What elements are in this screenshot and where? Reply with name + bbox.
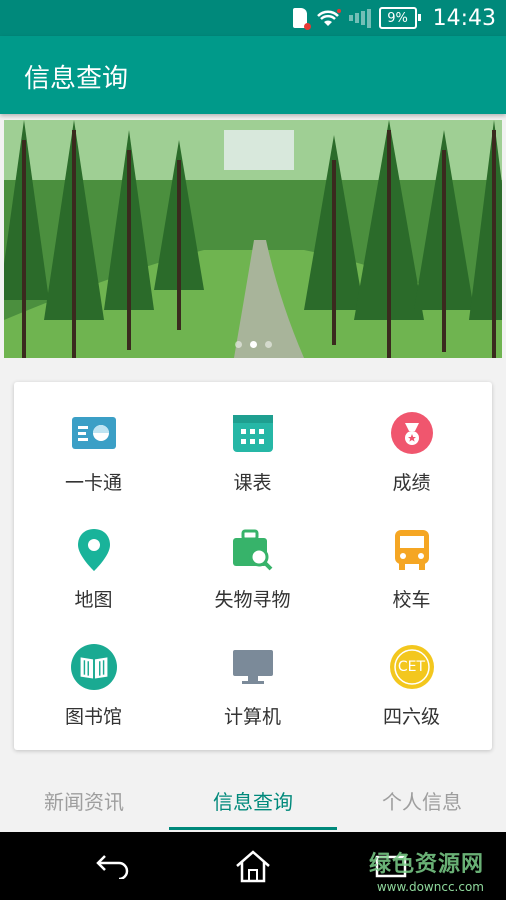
signal-icon	[348, 7, 371, 29]
status-time: 14:43	[432, 5, 496, 31]
status-bar: 9% 14:43	[0, 0, 506, 36]
grid-item-label: 失物寻物	[214, 589, 291, 611]
map-pin-icon	[71, 527, 117, 573]
grid-item-label: 一卡通	[64, 472, 122, 494]
home-icon[interactable]	[228, 846, 278, 886]
monitor-icon	[230, 644, 276, 690]
carousel-dot[interactable]	[234, 341, 242, 348]
carousel-indicator	[4, 341, 502, 348]
grid-item-label: 成绩	[392, 472, 431, 494]
grid-item-label: 计算机	[223, 706, 281, 728]
lost-found-icon	[230, 527, 276, 573]
page-title: 信息查询	[24, 64, 129, 94]
grid-item-label: 四六级	[382, 706, 440, 728]
grid-item-school-bus[interactable]: 校车	[332, 499, 491, 616]
grid-item-map[interactable]: 地图	[14, 499, 173, 616]
feature-grid: 一卡通 课表 成绩 地图 失物寻物 校车 图书馆 计算机 CET 四六级	[14, 382, 492, 750]
grid-item-label: 图书馆	[64, 706, 122, 728]
banner-carousel[interactable]	[4, 120, 502, 358]
cet-text: CET	[397, 659, 426, 675]
watermark-url: www.downcc.com	[376, 880, 484, 894]
watermark: 绿色资源网 www.downcc.com	[369, 846, 484, 894]
book-icon	[70, 644, 117, 690]
grid-item-lost-found[interactable]: 失物寻物	[173, 499, 332, 616]
wifi-icon	[315, 8, 341, 28]
grid-item-grades[interactable]: 成绩	[332, 382, 491, 499]
calendar-icon	[230, 410, 276, 456]
grid-item-label: 课表	[233, 472, 272, 494]
card-icon	[71, 410, 117, 456]
grid-item-label: 校车	[392, 589, 431, 611]
forest-banner-image	[4, 120, 502, 358]
battery-icon: 9%	[378, 7, 421, 29]
grid-item-computer[interactable]: 计算机	[173, 616, 332, 733]
battery-level: 9%	[387, 10, 408, 26]
bottom-tab-bar: 新闻资讯 信息查询 个人信息	[0, 768, 506, 832]
carousel-dot[interactable]	[264, 341, 272, 348]
tab-personal-info[interactable]: 个人信息	[338, 768, 506, 832]
system-nav-bar: 绿色资源网 www.downcc.com	[0, 832, 506, 900]
carousel-dot-active[interactable]	[249, 341, 257, 348]
tab-info-query[interactable]: 信息查询	[169, 768, 337, 832]
medal-icon	[389, 410, 435, 456]
tab-news[interactable]: 新闻资讯	[0, 768, 168, 832]
back-icon[interactable]	[88, 846, 138, 886]
watermark-title: 绿色资源网	[368, 852, 484, 877]
grid-item-library[interactable]: 图书馆	[14, 616, 173, 733]
grid-item-campus-card[interactable]: 一卡通	[14, 382, 173, 499]
sim-icon	[292, 8, 311, 30]
cet-icon: CET	[389, 644, 435, 690]
grid-item-cet[interactable]: CET 四六级	[332, 616, 491, 733]
grid-item-label: 地图	[74, 589, 113, 611]
bus-icon	[389, 527, 435, 573]
app-bar: 信息查询	[0, 36, 506, 114]
grid-item-timetable[interactable]: 课表	[173, 382, 332, 499]
